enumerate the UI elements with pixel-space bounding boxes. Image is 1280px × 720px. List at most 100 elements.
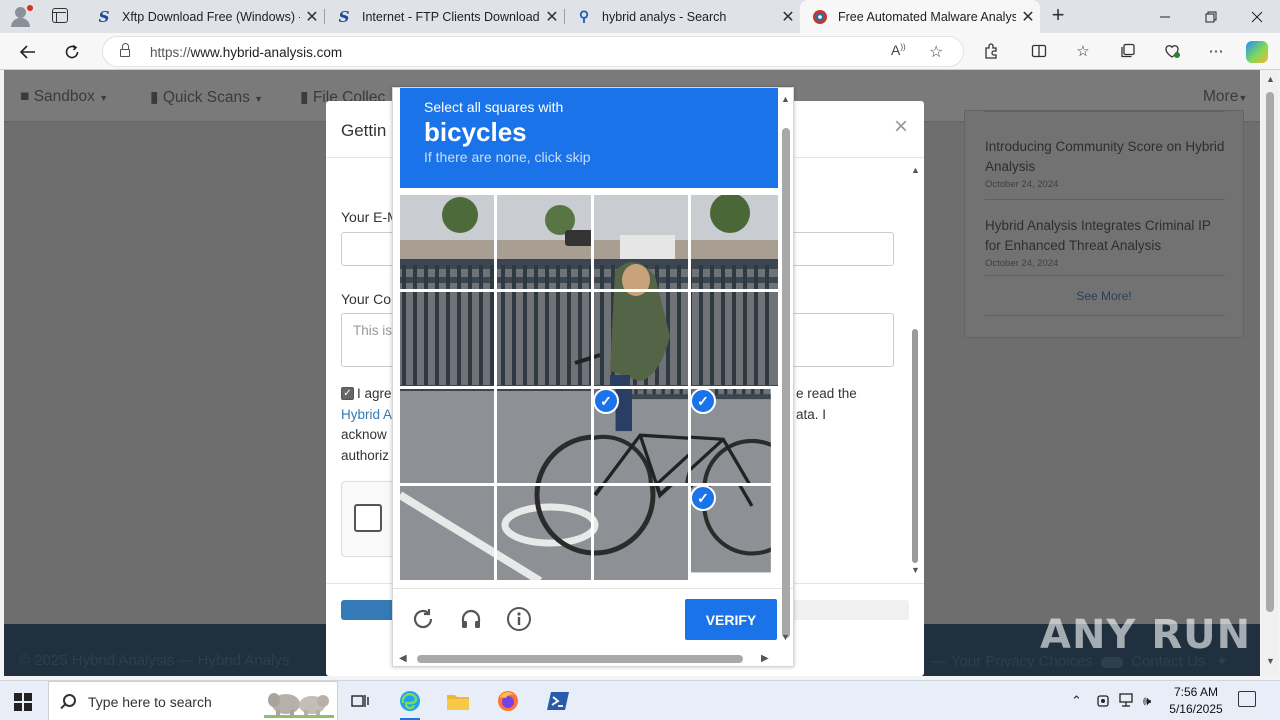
captcha-instruction: Select all squares with — [424, 99, 564, 115]
close-tab-icon[interactable]: ✕ — [776, 7, 800, 27]
copilot-icon[interactable] — [1246, 41, 1268, 63]
scroll-right-icon[interactable]: ▶ — [761, 653, 769, 664]
captcha-tile[interactable] — [594, 292, 688, 386]
tab-title: Internet - FTP Clients Downloads — [362, 9, 540, 24]
extensions-icon[interactable] — [981, 41, 1001, 61]
scroll-left-icon[interactable]: ◀ — [399, 653, 407, 664]
scroll-up-icon[interactable]: ▲ — [1266, 74, 1275, 84]
powershell-icon[interactable] — [544, 687, 572, 715]
edge-icon[interactable] — [396, 687, 424, 720]
tab-title: hybrid analys - Search — [602, 9, 727, 24]
back-button[interactable] — [14, 38, 42, 66]
browser-essentials-icon[interactable] — [1162, 41, 1182, 61]
taskbar-search[interactable]: Type here to search — [48, 681, 338, 720]
captcha-tile[interactable] — [594, 195, 688, 289]
security-tray-icon[interactable] — [1096, 693, 1110, 710]
address-bar[interactable]: https://www.hybrid-analysis.com A)) ☆ — [102, 36, 964, 67]
captcha-tile[interactable] — [497, 292, 591, 386]
lock-icon[interactable] — [120, 43, 130, 57]
verify-button[interactable]: VERIFY — [685, 599, 777, 640]
agree-text: acknow — [341, 427, 387, 442]
softpedia-icon: S — [98, 7, 110, 26]
read-aloud-icon[interactable]: A)) — [891, 42, 906, 58]
clock-time: 7:56 AM — [1173, 685, 1219, 699]
show-hidden-icons[interactable]: ⌃ — [1071, 693, 1082, 709]
url-text: https://www.hybrid-analysis.com — [150, 45, 343, 60]
firefox-icon[interactable] — [494, 687, 522, 715]
split-screen-icon[interactable] — [1029, 41, 1049, 61]
close-tab-icon[interactable]: ✕ — [1016, 7, 1040, 27]
captcha-tile[interactable] — [400, 195, 494, 289]
restore-button[interactable] — [1188, 0, 1234, 33]
modal-scrollbar[interactable]: ▲ ▼ — [908, 165, 922, 575]
volume-icon[interactable]: 🕪 — [1143, 693, 1151, 709]
captcha-tile[interactable] — [497, 389, 591, 483]
news-item[interactable]: Hybrid Analysis Integrates Criminal IP f… — [985, 216, 1225, 269]
modal-title: Gettin — [341, 121, 387, 140]
tab-xftp[interactable]: S Xftp Download Free (Windows) - ✕ — [84, 0, 324, 33]
tab-hybrid-analysis[interactable]: Free Automated Malware Analysi ✕ — [800, 0, 1040, 33]
selected-check-icon: ✓ — [593, 388, 619, 414]
street-photo-fragment — [691, 195, 778, 289]
captcha-tile[interactable] — [691, 292, 785, 386]
modal-close-button[interactable]: × — [894, 113, 908, 141]
windows-start-icon[interactable] — [14, 693, 32, 711]
page-scrollbar[interactable]: ▲ ▼ — [1262, 70, 1278, 676]
see-more-link[interactable]: See More! — [965, 289, 1243, 303]
scroll-up-icon[interactable]: ▲ — [781, 94, 790, 104]
captcha-tile[interactable] — [400, 292, 494, 386]
comment-label: Your Co — [341, 291, 392, 307]
nav-quick-scans[interactable]: ▮ Quick Scans ▼ — [150, 88, 263, 107]
news-title[interactable]: Hybrid Analysis Integrates Criminal IP f… — [985, 216, 1225, 256]
close-window-button[interactable] — [1234, 0, 1280, 33]
captcha-tile[interactable] — [497, 486, 591, 580]
tab-ftp-clients[interactable]: S Internet - FTP Clients Downloads ✕ — [324, 0, 564, 33]
captcha-scrollbar[interactable]: ▲ ▼ — [780, 94, 792, 642]
captcha-tile[interactable] — [400, 486, 494, 580]
minimize-button[interactable] — [1142, 0, 1188, 33]
task-view-icon[interactable] — [346, 687, 374, 715]
network-icon[interactable] — [1119, 693, 1135, 710]
tab-actions-icon[interactable] — [52, 8, 68, 23]
captcha-tile[interactable] — [691, 195, 785, 289]
captcha-tile[interactable] — [497, 195, 591, 289]
more-menu-icon[interactable]: ⋯ — [1206, 41, 1226, 61]
taskbar-clock[interactable]: 7:56 AM 5/16/2025 — [1166, 684, 1226, 718]
news-item[interactable]: Introducing Community Score on Hybrid An… — [985, 137, 1225, 190]
nav-sandbox[interactable]: ■ Sandbox ▼ — [20, 88, 108, 106]
captcha-horizontal-scrollbar[interactable]: ◀ ▶ — [399, 653, 779, 665]
terms-link[interactable]: Hybrid A — [341, 405, 392, 426]
audio-challenge-icon[interactable] — [457, 605, 485, 633]
scroll-down-icon[interactable]: ▼ — [781, 632, 790, 642]
close-tab-icon[interactable]: ✕ — [540, 7, 564, 27]
profile-icon[interactable] — [8, 5, 34, 27]
news-title[interactable]: Introducing Community Score on Hybrid An… — [985, 137, 1225, 177]
news-date: October 24, 2024 — [985, 258, 1059, 269]
close-tab-icon[interactable]: ✕ — [300, 7, 324, 27]
caret-down-icon: ▼ — [99, 93, 109, 103]
refresh-button[interactable] — [58, 38, 86, 66]
hcaptcha-checkbox[interactable] — [354, 504, 382, 532]
caret-down-icon: ▼ — [1238, 93, 1248, 103]
collections-icon[interactable] — [1118, 41, 1138, 61]
captcha-tile[interactable] — [594, 486, 688, 580]
scroll-down-icon[interactable]: ▼ — [911, 565, 920, 575]
refresh-challenge-icon[interactable] — [409, 605, 437, 633]
favorites-icon[interactable]: ☆ — [1073, 41, 1093, 61]
nav-more[interactable]: More▼ — [1203, 88, 1247, 106]
agree-checkbox[interactable]: ✓ — [341, 387, 354, 400]
agree-text: e read the — [796, 386, 857, 401]
scroll-down-icon[interactable]: ▼ — [1266, 656, 1275, 666]
browser-tab-bar: S Xftp Download Free (Windows) - ✕ S Int… — [0, 0, 1280, 33]
favorite-star-icon[interactable]: ☆ — [929, 42, 943, 62]
notifications-icon[interactable] — [1238, 691, 1256, 707]
tab-search[interactable]: ⚲ hybrid analys - Search ✕ — [564, 0, 800, 33]
street-photo-fragment — [497, 292, 591, 386]
new-tab-button[interactable]: + — [1046, 4, 1070, 28]
street-photo-fragment — [400, 195, 494, 289]
info-icon[interactable] — [505, 605, 533, 633]
agree-text: ata. I — [796, 407, 827, 422]
captcha-tile[interactable] — [400, 389, 494, 483]
file-explorer-icon[interactable] — [444, 687, 472, 715]
scroll-up-icon[interactable]: ▲ — [911, 165, 920, 175]
